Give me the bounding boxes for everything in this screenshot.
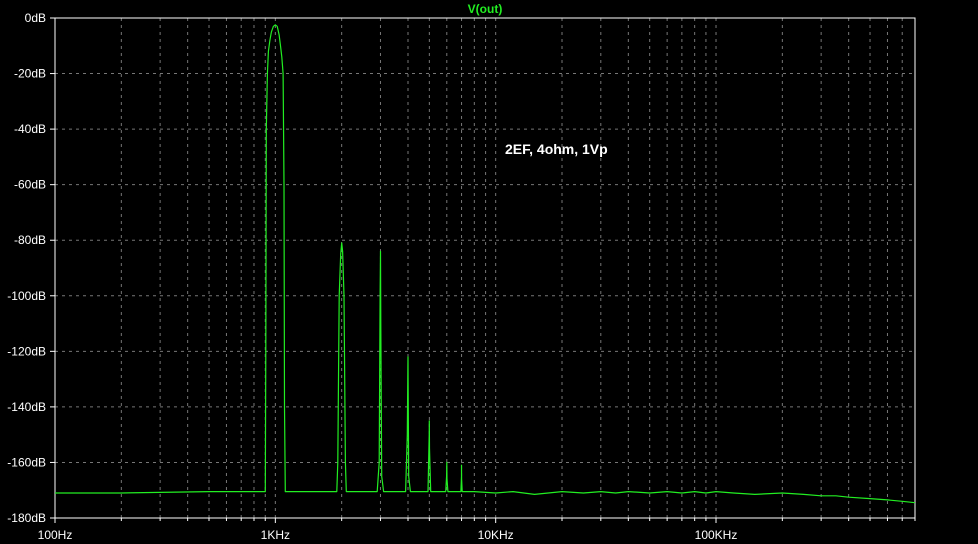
x-tick-label: 100Hz — [38, 528, 73, 542]
y-tick-label: -60dB — [14, 178, 46, 192]
y-tick-label: 0dB — [25, 11, 46, 25]
x-tick-label: 10KHz — [478, 528, 514, 542]
y-tick-label: -40dB — [14, 122, 46, 136]
trace-layer — [55, 24, 916, 504]
spectrum-plot: 0dB -20dB -40dB -60dB -80dB -100dB -120dB -140d… — [7, 2, 916, 542]
grid — [55, 18, 915, 518]
y-tick-label: -80dB — [14, 233, 46, 247]
x-tick-label: 100KHz — [695, 528, 738, 542]
plot-frame — [54, 17, 916, 519]
y-tick-label: -180dB — [7, 511, 46, 525]
y-tick-label: -120dB — [7, 344, 46, 358]
y-tick-label: -20dB — [14, 67, 46, 81]
chart-title: V(out) — [468, 2, 503, 16]
y-tick-label: -140dB — [7, 400, 46, 414]
x-axis: 100Hz 1KHz 10KHz 100KHz — [38, 518, 916, 542]
y-axis: 0dB -20dB -40dB -60dB -80dB -100dB -120dB -140d… — [7, 11, 55, 525]
chart-annotation: 2EF, 4ohm, 1Vp — [505, 141, 608, 157]
x-tick-label: 1KHz — [261, 528, 290, 542]
y-tick-label: -160dB — [7, 455, 46, 469]
series-trace — [55, 24, 916, 504]
y-tick-label: -100dB — [7, 289, 46, 303]
